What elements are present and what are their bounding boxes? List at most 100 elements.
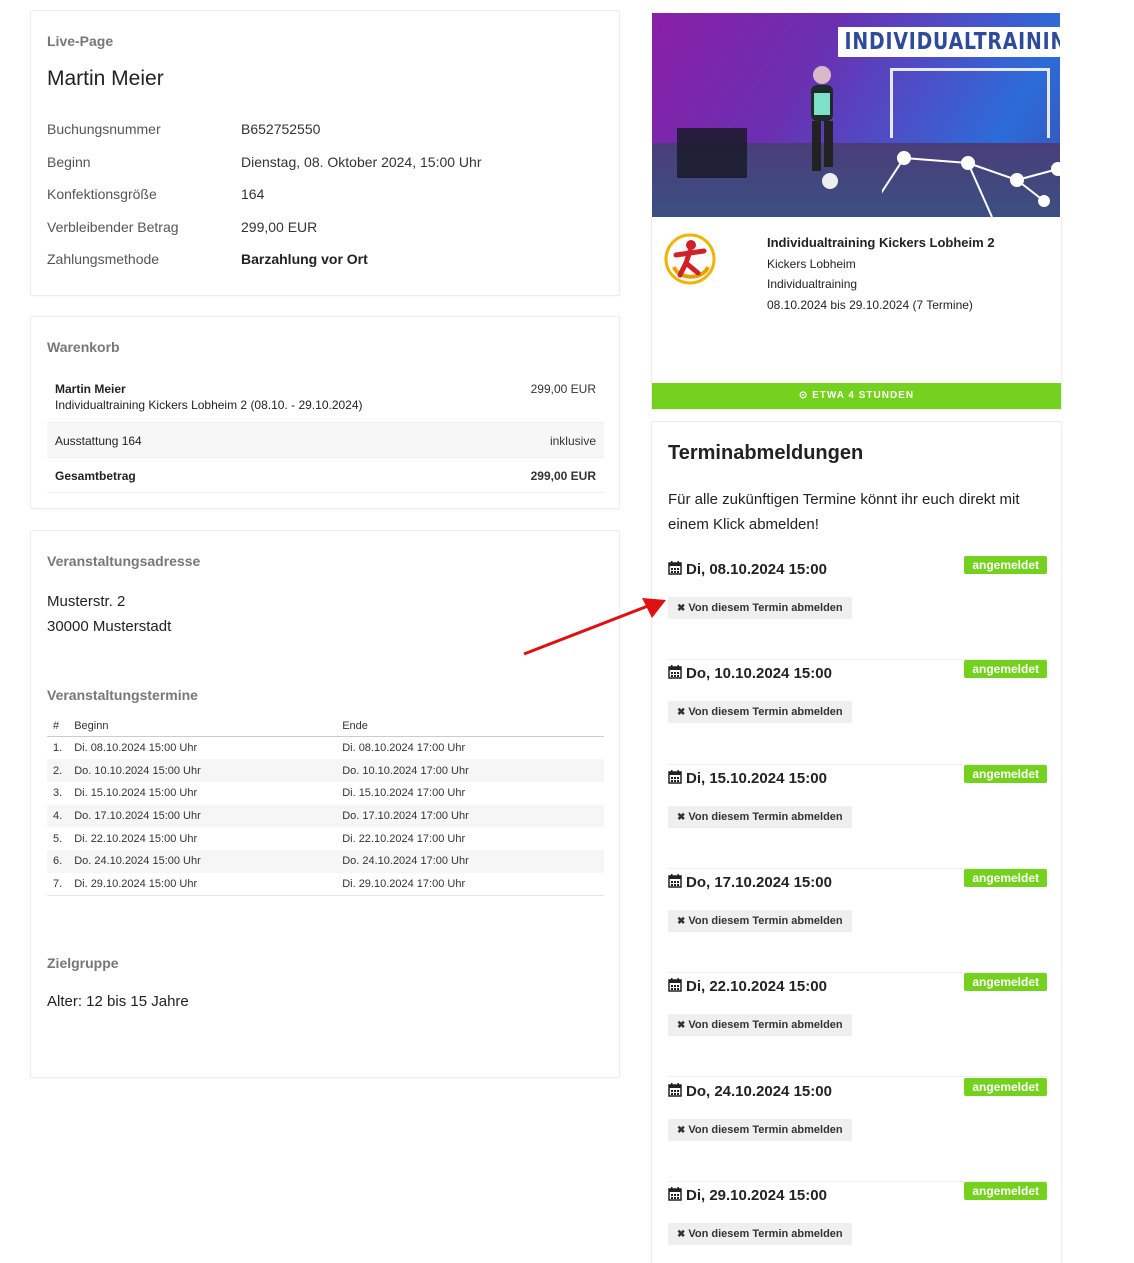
close-icon: ✖: [677, 1020, 686, 1032]
cart-extra-label: Ausstattung 164: [55, 434, 142, 448]
calendar-icon: [668, 978, 682, 992]
calendar-icon: [668, 873, 682, 888]
row-number: 5.: [53, 832, 63, 845]
appointment-date-text: Di, 08.10.2024 15:00: [686, 561, 827, 578]
appointment-date: Do, 24.10.2024 15:00: [668, 1082, 832, 1100]
deregister-button-label: Von diesem Termin abmelden: [688, 1019, 843, 1032]
calendar-icon: [668, 1082, 682, 1097]
row-number: 7.: [47, 872, 69, 896]
appointment-date-text: Do, 10.10.2024 15:00: [686, 665, 832, 683]
event-dates-label: Veranstaltungstermine: [47, 687, 198, 703]
network-lines-graphic: [882, 151, 1060, 217]
deregister-button[interactable]: ✖ Von diesem Termin abmelden: [668, 909, 852, 932]
remaining-amount-label: Verbleibender Betrag: [47, 219, 179, 235]
deregister-button-label: Von diesem Termin abmelden: [688, 810, 843, 823]
deregister-button[interactable]: ✖ Von diesem Termin abmelden: [668, 597, 852, 619]
player-graphic: [811, 66, 838, 189]
registered-badge: angemeldet: [964, 1181, 1047, 1200]
appointment-date-text: Di, 29.10.2024 15:00: [686, 1186, 827, 1204]
deregistration-intro: Für alle zukünftigen Termine könnt ihr e…: [668, 491, 1020, 533]
mini-goal-graphic: [677, 128, 747, 178]
registered-badge: angemeldet: [964, 764, 1047, 783]
close-icon: ✖: [677, 603, 686, 614]
appointment-date-text: Do, 17.10.2024 15:00: [686, 873, 832, 891]
appointment-item: Di, 29.10.2024 15:00 angemeldet ✖ Von diese…: [668, 1181, 1047, 1263]
size-value: 164: [241, 186, 265, 202]
cart-total-label: Gesamtbetrag: [55, 469, 136, 483]
start-value: Dienstag, 08. Oktober 2024, 15:00 Uhr: [241, 154, 482, 170]
close-icon: ✖: [677, 707, 686, 719]
row-end: Di. 08.10.2024 17:00 Uhr: [342, 742, 466, 755]
cart-label: Warenkorb: [47, 339, 120, 355]
row-start: Di. 22.10.2024 15:00 Uhr: [74, 832, 198, 845]
table-header-row: # Beginn Ende: [47, 716, 604, 737]
deregistration-title: Terminabmeldungen: [668, 442, 864, 464]
booking-number-label: Buchungsnummer: [47, 121, 161, 137]
row-start: Do. 10.10.2024 15:00 Uhr: [68, 759, 337, 782]
row-end: Do. 24.10.2024 17:00 Uhr: [336, 849, 604, 873]
deregister-button[interactable]: ✖ Von diesem Termin abmelden: [668, 1118, 852, 1141]
row-start: Do. 17.10.2024 15:00 Uhr: [68, 804, 337, 828]
appointment-date: Do, 17.10.2024 15:00: [668, 873, 832, 891]
calendar-icon: [668, 561, 682, 575]
event-type: Individualtraining: [767, 277, 858, 291]
col-number-header: #: [47, 716, 69, 737]
row-end: Di. 22.10.2024 17:00 Uhr: [342, 832, 466, 845]
close-icon: ✖: [677, 915, 686, 927]
close-icon: ✖: [677, 1124, 686, 1136]
event-club: Kickers Lobheim: [767, 256, 856, 271]
live-page-card: Live-Page Martin Meier Buchungsnummer B6…: [30, 10, 620, 296]
row-end: Do. 17.10.2024 17:00 Uhr: [336, 804, 604, 828]
address-label: Veranstaltungsadresse: [47, 553, 201, 569]
appointment-date-text: Do, 24.10.2024 15:00: [686, 1082, 832, 1100]
row-number: 3.: [53, 787, 63, 800]
payment-method-value: Barzahlung vor Ort: [241, 251, 368, 267]
calendar-icon: [668, 665, 682, 680]
col-end-header: Ende: [336, 716, 604, 737]
registered-badge: angemeldet: [964, 973, 1047, 992]
table-row: 5. Di. 22.10.2024 15:00 Uhr Di. 22.10.20…: [47, 827, 604, 850]
cart-card: Warenkorb Martin Meier Individualtrainin…: [30, 316, 620, 509]
cart-item-description: Individualtraining Kickers Lobheim 2 (08…: [55, 398, 363, 412]
row-number: 4.: [47, 804, 69, 828]
club-logo-icon: [664, 233, 716, 285]
deregister-button[interactable]: ✖ Von diesem Termin abmelden: [668, 805, 852, 828]
participant-name: Martin Meier: [47, 67, 164, 90]
event-dates-table: # Beginn Ende 1. Di. 08.10.2024 15:00 Uh…: [47, 716, 604, 896]
row-start: Di. 08.10.2024 15:00 Uhr: [74, 742, 198, 755]
table-row: 6. Do. 24.10.2024 15:00 Uhr Do. 24.10.20…: [47, 849, 604, 873]
red-arrow-annotation: [523, 598, 666, 656]
row-number: 2.: [47, 759, 69, 782]
appointment-date: Di, 29.10.2024 15:00: [668, 1186, 827, 1204]
deregister-button[interactable]: ✖ Von diesem Termin abmelden: [668, 1014, 852, 1037]
table-row: 1. Di. 08.10.2024 15:00 Uhr Di. 08.10.20…: [47, 737, 604, 760]
deregister-button[interactable]: ✖ Von diesem Termin abmelden: [668, 1222, 852, 1245]
event-date-range: 08.10.2024 bis 29.10.2024 (7 Termine): [767, 297, 973, 312]
deregister-button[interactable]: ✖ Von diesem Termin abmelden: [668, 701, 852, 724]
appointment-date: Di, 22.10.2024 15:00: [668, 978, 827, 995]
cart-extra-row: Ausstattung 164 inklusive: [47, 423, 604, 458]
deregistration-card: Terminabmeldungen Für alle zukünftigen T…: [651, 421, 1062, 1263]
appointment-item: Di, 08.10.2024 15:00 angemeldet ✖ Von diese…: [668, 556, 1047, 661]
appointment-date: Di, 08.10.2024 15:00: [668, 561, 827, 578]
row-end: Di. 15.10.2024 17:00 Uhr: [342, 787, 466, 800]
booking-number-value: B652752550: [241, 121, 321, 137]
clock-icon: ⊙: [798, 390, 813, 401]
deregister-button-label: Von diesem Termin abmelden: [688, 706, 843, 719]
event-details: Individualtraining Kickers Lobheim 2 Kic…: [767, 233, 995, 315]
appointment-item: Di, 22.10.2024 15:00 angemeldet ✖ Von diese…: [668, 973, 1047, 1078]
registered-badge: angemeldet: [964, 556, 1047, 574]
table-row: 3. Di. 15.10.2024 15:00 Uhr Di. 15.10.20…: [47, 782, 604, 805]
appointment-date-text: Di, 22.10.2024 15:00: [686, 978, 827, 996]
size-label: Konfektionsgröße: [47, 186, 157, 202]
registered-badge: angemeldet: [964, 660, 1047, 679]
deregister-button-label: Von diesem Termin abmelden: [688, 1227, 843, 1240]
start-label: Beginn: [47, 154, 91, 170]
row-number: 1.: [53, 742, 63, 755]
row-end: Do. 10.10.2024 17:00 Uhr: [336, 759, 604, 782]
registered-badge: angemeldet: [964, 1077, 1047, 1096]
target-group-value: Alter: 12 bis 15 Jahre: [47, 993, 189, 1010]
appointment-item: Do, 10.10.2024 15:00 angemeldet ✖ Von diese…: [668, 660, 1047, 765]
row-start: Do. 24.10.2024 15:00 Uhr: [68, 849, 337, 873]
registered-badge: angemeldet: [964, 868, 1047, 887]
